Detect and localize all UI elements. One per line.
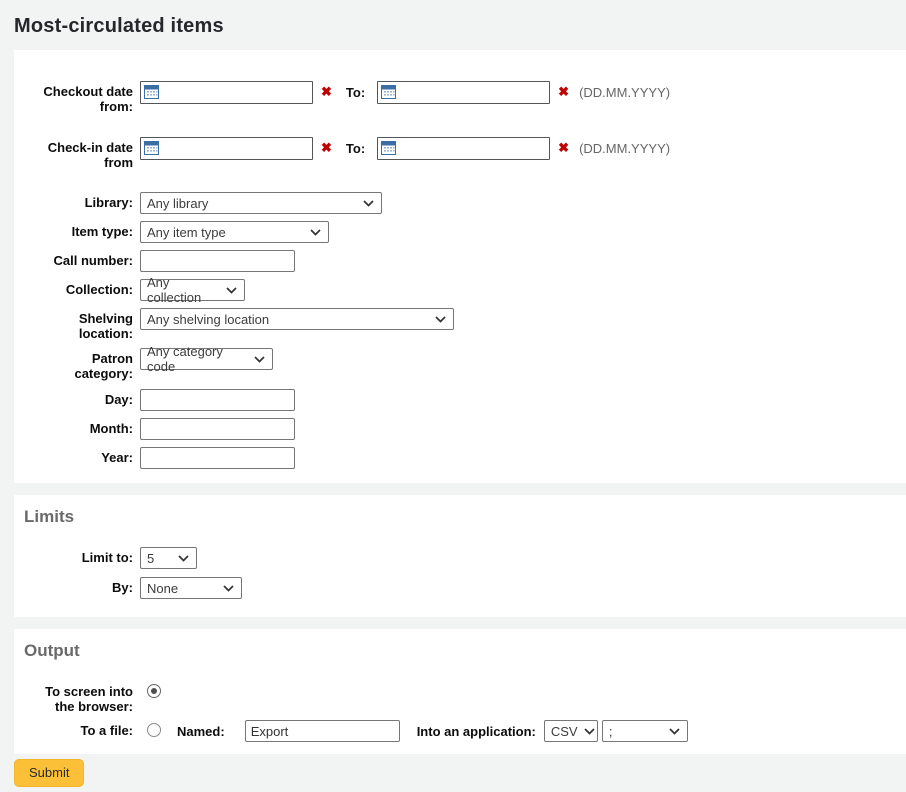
item-type-selected-value: Any item type: [147, 225, 226, 240]
item-type-select[interactable]: Any item type: [140, 221, 329, 243]
checkout-date-label: Checkout date from:: [14, 81, 140, 114]
limit-to-row: Limit to: 5: [14, 547, 906, 569]
output-heading: Output: [24, 641, 906, 661]
checkout-date-row: Checkout date from: ✖ To:: [14, 81, 906, 114]
library-row: Library: Any library: [14, 192, 906, 214]
patron-category-select[interactable]: Any category code: [140, 348, 273, 370]
limit-to-selected-value: 5: [147, 551, 154, 566]
library-selected-value: Any library: [147, 196, 208, 211]
clear-date-icon[interactable]: ✖: [321, 137, 332, 155]
collection-label: Collection:: [14, 279, 140, 297]
limit-by-select[interactable]: None: [140, 577, 242, 599]
separator-selected-value: ;: [609, 724, 613, 739]
call-number-label: Call number:: [14, 250, 140, 268]
clear-date-icon[interactable]: ✖: [558, 81, 569, 99]
item-type-label: Item type:: [14, 221, 140, 239]
limit-to-select[interactable]: 5: [140, 547, 197, 569]
patron-category-row: Patron category: Any category code: [14, 348, 906, 381]
chevron-down-icon: [363, 200, 374, 207]
limit-to-label: Limit to:: [14, 547, 140, 565]
month-input[interactable]: [140, 418, 295, 440]
checkout-date-to-input[interactable]: [377, 81, 550, 104]
calendar-icon[interactable]: [144, 85, 159, 99]
checkin-date-row: Check-in date from ✖ To:: [14, 137, 906, 170]
chevron-down-icon: [310, 229, 321, 236]
clear-date-icon[interactable]: ✖: [558, 137, 569, 155]
checkout-date-to-box: [377, 81, 550, 104]
limits-panel: Limits Limit to: 5 By: None: [14, 495, 906, 617]
calendar-icon[interactable]: [381, 141, 396, 155]
submit-button[interactable]: Submit: [14, 759, 84, 787]
chevron-down-icon: [254, 356, 265, 363]
to-file-radio[interactable]: [147, 723, 161, 737]
calendar-icon[interactable]: [144, 141, 159, 155]
chevron-down-icon: [178, 555, 189, 562]
into-application-label: Into an application:: [417, 720, 536, 739]
calendar-icon[interactable]: [381, 85, 396, 99]
file-format-selected-value: CSV: [551, 724, 578, 739]
shelving-location-row: Shelving location: Any shelving location: [14, 308, 906, 341]
limit-by-row: By: None: [14, 577, 906, 599]
filters-panel: Checkout date from: ✖ To:: [14, 50, 906, 483]
patron-category-label: Patron category:: [14, 348, 140, 381]
month-label: Month:: [14, 418, 140, 436]
checkout-date-from-input[interactable]: [140, 81, 313, 104]
chevron-down-icon: [669, 728, 680, 735]
chevron-down-icon: [584, 728, 595, 735]
limit-by-label: By:: [14, 577, 140, 595]
item-type-row: Item type: Any item type: [14, 221, 906, 243]
shelving-location-selected-value: Any shelving location: [147, 312, 269, 327]
library-select[interactable]: Any library: [140, 192, 382, 214]
month-row: Month:: [14, 418, 906, 440]
filename-input[interactable]: [245, 720, 400, 742]
day-label: Day:: [14, 389, 140, 407]
day-input[interactable]: [140, 389, 295, 411]
library-label: Library:: [14, 192, 140, 210]
collection-select[interactable]: Any collection: [140, 279, 245, 301]
limit-by-selected-value: None: [147, 581, 178, 596]
call-number-row: Call number:: [14, 250, 906, 272]
collection-selected-value: Any collection: [147, 275, 220, 305]
call-number-input[interactable]: [140, 250, 295, 272]
output-to-file-row: To a file: Named: Into an application: C…: [14, 720, 906, 742]
checkin-date-from-input[interactable]: [140, 137, 313, 160]
year-row: Year:: [14, 447, 906, 469]
checkin-date-from-box: [140, 137, 313, 160]
to-screen-radio[interactable]: [147, 684, 161, 698]
year-input[interactable]: [140, 447, 295, 469]
to-file-label: To a file:: [14, 720, 140, 738]
shelving-location-label: Shelving location:: [14, 308, 140, 341]
file-format-select[interactable]: CSV: [544, 720, 598, 742]
checkin-date-label: Check-in date from: [14, 137, 140, 170]
clear-date-icon[interactable]: ✖: [321, 81, 332, 99]
year-label: Year:: [14, 447, 140, 465]
collection-row: Collection: Any collection: [14, 279, 906, 301]
to-label: To:: [346, 81, 365, 100]
checkin-date-to-input[interactable]: [377, 137, 550, 160]
named-label: Named:: [177, 720, 225, 739]
chevron-down-icon: [435, 316, 446, 323]
to-screen-label: To screen into the browser:: [14, 681, 140, 714]
chevron-down-icon: [223, 585, 234, 592]
output-panel: Output To screen into the browser: To a …: [14, 629, 906, 754]
page-title: Most-circulated items: [14, 15, 906, 38]
date-format-hint: (DD.MM.YYYY): [579, 81, 670, 100]
date-format-hint: (DD.MM.YYYY): [579, 137, 670, 156]
output-to-screen-row: To screen into the browser:: [14, 681, 906, 714]
shelving-location-select[interactable]: Any shelving location: [140, 308, 454, 330]
day-row: Day:: [14, 389, 906, 411]
chevron-down-icon: [226, 287, 237, 294]
checkout-date-from-box: [140, 81, 313, 104]
separator-select[interactable]: ;: [602, 720, 688, 742]
to-label: To:: [346, 137, 365, 156]
checkin-date-to-box: [377, 137, 550, 160]
limits-heading: Limits: [24, 507, 906, 527]
patron-category-selected-value: Any category code: [147, 344, 248, 374]
